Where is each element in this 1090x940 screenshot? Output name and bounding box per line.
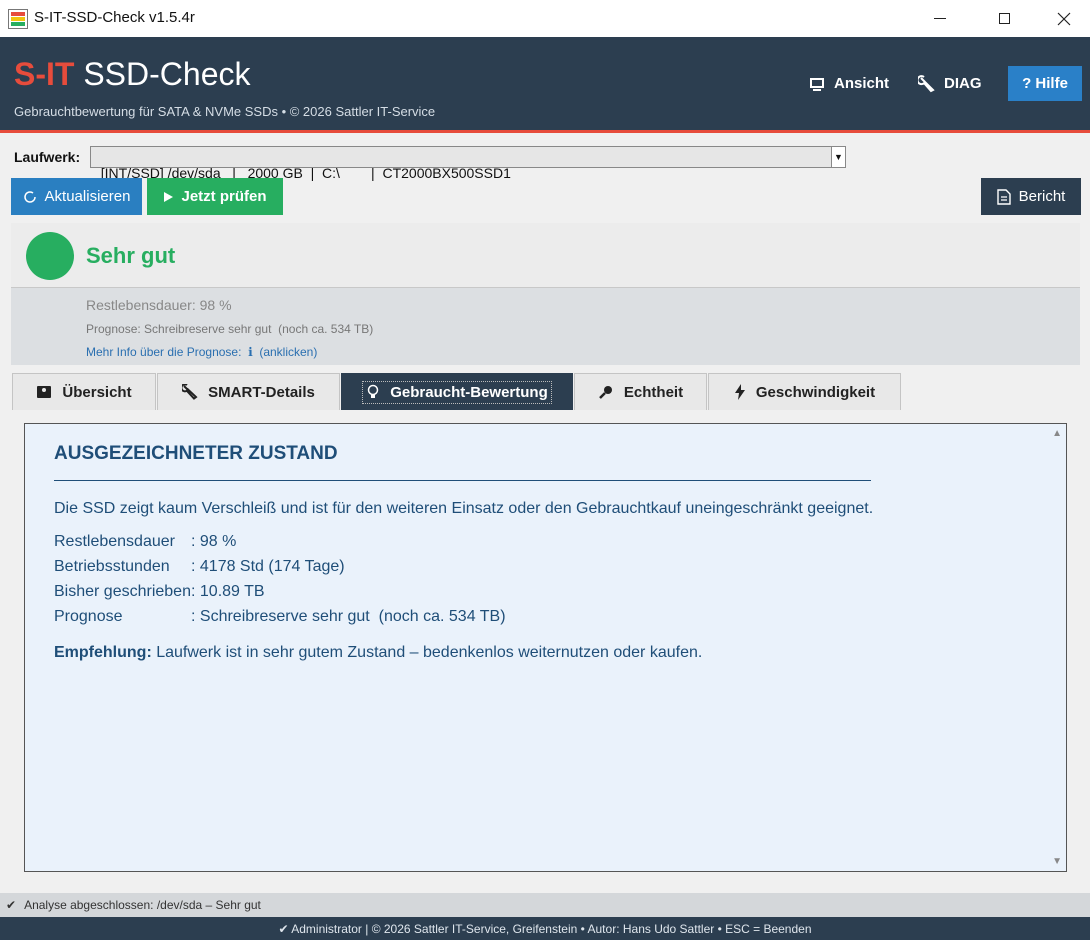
drive-label: Laufwerk: (14, 149, 81, 165)
scroll-up-icon[interactable]: ▲ (1052, 428, 1062, 439)
tab-uebersicht[interactable]: Übersicht (12, 373, 156, 410)
refresh-label: Aktualisieren (44, 188, 131, 205)
minimize-icon (934, 18, 946, 19)
report-button[interactable]: Bericht (981, 178, 1081, 215)
rest-life-text: Restlebensdauer: 98 % (86, 297, 232, 313)
recommendation: Empfehlung: Laufwerk ist in sehr gutem Z… (54, 644, 702, 662)
header-subtitle: Gebrauchtbewertung für SATA & NVMe SSDs … (14, 104, 436, 119)
content-title: AUSGEZEICHNETER ZUSTAND (54, 443, 338, 464)
tab-echtheit[interactable]: Echtheit (574, 373, 707, 410)
brand-rest: SSD-Check (74, 56, 251, 92)
status-title: Sehr gut (86, 243, 176, 268)
maximize-icon (998, 13, 1010, 24)
tab-label: Übersicht (62, 383, 132, 401)
lightning-icon (734, 384, 745, 400)
recommendation-label: Empfehlung: (54, 644, 152, 661)
hilfe-label: ? Hilfe (1022, 75, 1068, 92)
close-button[interactable] (1034, 0, 1090, 37)
title-bar: S-IT-SSD-Check v1.5.4r (0, 0, 1090, 37)
diag-button[interactable]: DIAG (918, 66, 982, 101)
info-row: Prognose: Schreibreserve sehr gut (noch … (54, 608, 506, 625)
window-title: S-IT-SSD-Check v1.5.4r (34, 9, 195, 26)
wrench-icon (918, 74, 935, 92)
ansicht-label: Ansicht (834, 75, 890, 92)
check-now-label: Jetzt prüfen (181, 188, 267, 205)
check-now-button[interactable]: Jetzt prüfen (147, 178, 283, 215)
tab-label: Gebraucht-Bewertung (390, 383, 548, 401)
footer-info-text: ✔ Administrator | © 2026 Sattler IT-Serv… (278, 921, 812, 936)
scroll-down-icon[interactable]: ▼ (1052, 856, 1062, 867)
drive-icon (37, 386, 52, 398)
chevron-down-icon[interactable]: ▼ (831, 147, 845, 167)
brand-red: S-IT (14, 56, 75, 92)
report-label: Bericht (1018, 188, 1066, 205)
maximize-button[interactable] (974, 0, 1034, 37)
checkmark-icon: ✔ (6, 898, 17, 912)
ansicht-button[interactable]: Ansicht (808, 66, 889, 101)
refresh-icon (23, 190, 36, 203)
status-bar: ✔ Analyse abgeschlossen: /dev/sda – Sehr… (0, 893, 1090, 917)
status-indicator-dot (26, 232, 74, 280)
status-bar-text: Analyse abgeschlossen: /dev/sda – Sehr g… (24, 898, 261, 912)
tab-label: Geschwindigkeit (755, 383, 876, 401)
app-icon (8, 9, 28, 29)
drive-select[interactable]: [INT/SSD] /dev/sda | 2000 GB | C:\ | CT2… (90, 146, 846, 181)
content-panel[interactable]: ▲ ▼ AUSGEZEICHNETER ZUSTAND Die SSD zeig… (24, 423, 1067, 872)
tab-gebraucht-bewertung[interactable]: Gebraucht-Bewertung (341, 373, 573, 410)
hilfe-button[interactable]: ? Hilfe (1008, 66, 1082, 101)
diag-label: DIAG (944, 75, 982, 92)
tab-smart-details[interactable]: SMART-Details (157, 373, 340, 410)
document-icon (996, 188, 1011, 205)
refresh-button[interactable]: Aktualisieren (11, 178, 142, 215)
lightbulb-icon (367, 384, 379, 398)
content-description: Die SSD zeigt kaum Verschleiß und ist fü… (54, 500, 874, 517)
content-title-rule (54, 480, 871, 481)
tab-geschwindigkeit[interactable]: Geschwindigkeit (708, 373, 901, 410)
close-icon (1057, 12, 1071, 25)
info-row: Restlebensdauer: 98 % (54, 533, 237, 550)
prognosis-text: Prognose: Schreibreserve sehr gut (noch … (86, 322, 374, 336)
monitor-icon (810, 77, 824, 91)
info-row: Betriebsstunden: 4178 Std (174 Tage) (54, 558, 345, 575)
wrench-icon (182, 384, 198, 400)
tab-label: Echtheit (623, 383, 684, 401)
tab-label: SMART-Details (208, 383, 315, 401)
info-footer: ✔ Administrator | © 2026 Sattler IT-Serv… (0, 917, 1090, 940)
key-icon (599, 386, 612, 399)
minimize-button[interactable] (910, 0, 970, 37)
brand-title: S-IT SSD-Check (14, 56, 250, 93)
play-icon (164, 191, 174, 202)
header-accent-line (0, 130, 1090, 133)
info-row: Bisher geschrieben: 10.89 TB (54, 583, 265, 600)
more-info-link[interactable]: Mehr Info über die Prognose: ℹ (anklicke… (86, 345, 317, 359)
recommendation-text: Laufwerk ist in sehr gutem Zustand – bed… (151, 644, 703, 661)
tab-focus-outline: Gebraucht-Bewertung (362, 380, 552, 404)
